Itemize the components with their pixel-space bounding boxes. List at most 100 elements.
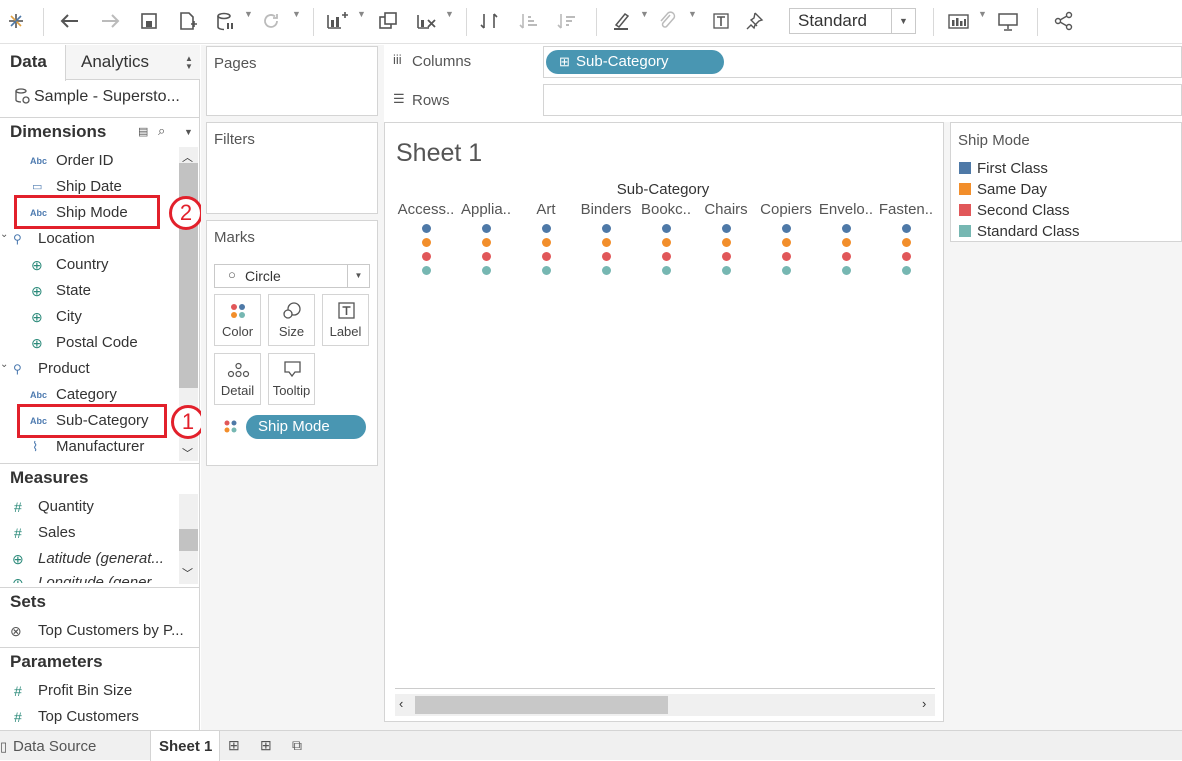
- clear-sheet-icon[interactable]: [414, 8, 438, 34]
- sub-category-pill[interactable]: ⊞ Sub-Category: [546, 50, 724, 74]
- field-longitude[interactable]: Longitude (gener...: [38, 570, 163, 583]
- presentation-mode-icon[interactable]: [996, 8, 1020, 34]
- field-country[interactable]: Country: [56, 252, 109, 278]
- circle-mark[interactable]: [901, 238, 911, 247]
- tooltip-button[interactable]: Tooltip: [268, 353, 315, 405]
- filters-card[interactable]: Filters: [206, 122, 378, 214]
- circle-mark[interactable]: [421, 238, 431, 247]
- chevron-down-icon[interactable]: ⌄: [0, 229, 8, 240]
- detail-button[interactable]: Detail: [214, 353, 261, 405]
- circle-mark[interactable]: [721, 224, 731, 233]
- show-mark-labels-icon[interactable]: [710, 8, 732, 34]
- column-header[interactable]: Access..: [396, 201, 456, 218]
- column-header[interactable]: Envelo..: [816, 201, 876, 218]
- undo-icon[interactable]: [58, 8, 82, 34]
- circle-mark[interactable]: [841, 266, 851, 275]
- tableau-logo-icon[interactable]: [5, 8, 27, 34]
- circle-mark[interactable]: [901, 252, 911, 261]
- field-order-id[interactable]: Order ID: [56, 148, 114, 174]
- chevron-down-icon[interactable]: ▼: [688, 9, 697, 19]
- circle-mark[interactable]: [721, 252, 731, 261]
- label-button[interactable]: Label: [322, 294, 369, 346]
- circle-mark[interactable]: [541, 252, 551, 261]
- new-datasource-icon[interactable]: [176, 8, 198, 34]
- show-me-icon[interactable]: [946, 8, 972, 34]
- size-button[interactable]: Size: [268, 294, 315, 346]
- circle-mark[interactable]: [541, 224, 551, 233]
- circle-mark[interactable]: [601, 252, 611, 261]
- chevron-down-icon[interactable]: ▼: [357, 9, 366, 19]
- chevron-down-icon[interactable]: ▼: [184, 127, 193, 137]
- circle-mark[interactable]: [421, 252, 431, 261]
- swap-rows-columns-icon[interactable]: [478, 8, 500, 34]
- field-product[interactable]: Product: [38, 356, 90, 382]
- redo-icon[interactable]: [98, 8, 122, 34]
- circle-mark[interactable]: [841, 224, 851, 233]
- share-icon[interactable]: [1052, 8, 1076, 34]
- column-header[interactable]: Copiers: [756, 201, 816, 218]
- refresh-icon[interactable]: [260, 8, 282, 34]
- circle-mark[interactable]: [781, 238, 791, 247]
- scroll-down-icon[interactable]: ﹀: [182, 445, 193, 461]
- circle-mark[interactable]: [781, 266, 791, 275]
- measures-scroll-thumb[interactable]: [179, 529, 198, 551]
- field-city[interactable]: City: [56, 304, 82, 330]
- chevron-down-icon[interactable]: ▼: [244, 9, 253, 19]
- legend-item[interactable]: Standard Class: [959, 221, 1080, 242]
- circle-mark[interactable]: [841, 252, 851, 261]
- scroll-left-icon[interactable]: ‹: [399, 696, 403, 711]
- circle-mark[interactable]: [661, 224, 671, 233]
- datasource-name[interactable]: Sample - Supersto...: [34, 84, 180, 110]
- circle-mark[interactable]: [661, 266, 671, 275]
- column-header[interactable]: Binders: [576, 201, 636, 218]
- sort-descending-icon[interactable]: [556, 8, 578, 34]
- chevron-down-icon[interactable]: ▼: [640, 9, 649, 19]
- field-postal-code[interactable]: Postal Code: [56, 330, 138, 356]
- field-quantity[interactable]: Quantity: [38, 494, 94, 520]
- expand-plus-icon[interactable]: ⊞: [559, 50, 570, 74]
- column-header[interactable]: Art: [516, 201, 576, 218]
- legend-item[interactable]: Second Class: [959, 200, 1070, 221]
- tab-data[interactable]: Data: [0, 45, 66, 81]
- chevron-down-icon[interactable]: ▼: [978, 9, 987, 19]
- circle-mark[interactable]: [901, 224, 911, 233]
- set-top-customers-by[interactable]: Top Customers by P...: [38, 618, 184, 644]
- circle-mark[interactable]: [841, 238, 851, 247]
- circle-mark[interactable]: [481, 252, 491, 261]
- circle-mark[interactable]: [481, 224, 491, 233]
- column-header[interactable]: Chairs: [696, 201, 756, 218]
- circle-mark[interactable]: [481, 266, 491, 275]
- legend-item[interactable]: Same Day: [959, 179, 1047, 200]
- save-icon[interactable]: [138, 8, 160, 34]
- field-state[interactable]: State: [56, 278, 91, 304]
- field-location[interactable]: Location: [38, 226, 95, 252]
- mark-type-dropdown[interactable]: ○ Circle ▼: [214, 264, 370, 288]
- circle-mark[interactable]: [781, 252, 791, 261]
- chevron-down-icon[interactable]: ▼: [292, 9, 301, 19]
- new-worksheet-icon[interactable]: [324, 8, 348, 34]
- view-canvas[interactable]: Sheet 1 Sub-Category Access.. Applia.. Art…: [384, 122, 944, 722]
- circle-mark[interactable]: [421, 224, 431, 233]
- new-story-icon[interactable]: ⧉: [292, 737, 302, 754]
- chevron-down-icon[interactable]: ▼: [891, 9, 915, 33]
- legend-item[interactable]: First Class: [959, 158, 1048, 179]
- fit-dropdown[interactable]: Standard ▼: [789, 8, 916, 34]
- circle-mark[interactable]: [901, 266, 911, 275]
- horizontal-scroll-thumb[interactable]: [415, 696, 668, 714]
- column-header[interactable]: Bookc..: [636, 201, 696, 218]
- circle-mark[interactable]: [601, 266, 611, 275]
- circle-mark[interactable]: [601, 238, 611, 247]
- column-header[interactable]: Fasten..: [876, 201, 936, 218]
- circle-mark[interactable]: [541, 266, 551, 275]
- new-worksheet-icon[interactable]: ⊞: [228, 737, 240, 754]
- highlight-icon[interactable]: [610, 8, 632, 34]
- circle-mark[interactable]: [781, 224, 791, 233]
- circle-mark[interactable]: [541, 238, 551, 247]
- chevron-down-icon[interactable]: ▼: [347, 265, 369, 287]
- chevron-down-icon[interactable]: ⌄: [0, 359, 8, 370]
- circle-mark[interactable]: [721, 238, 731, 247]
- tab-analytics[interactable]: Analytics: [81, 45, 149, 80]
- sheet1-tab[interactable]: Sheet 1: [150, 731, 220, 761]
- search-icon[interactable]: ⌕: [158, 123, 165, 139]
- scroll-down-icon[interactable]: ﹀: [182, 565, 193, 581]
